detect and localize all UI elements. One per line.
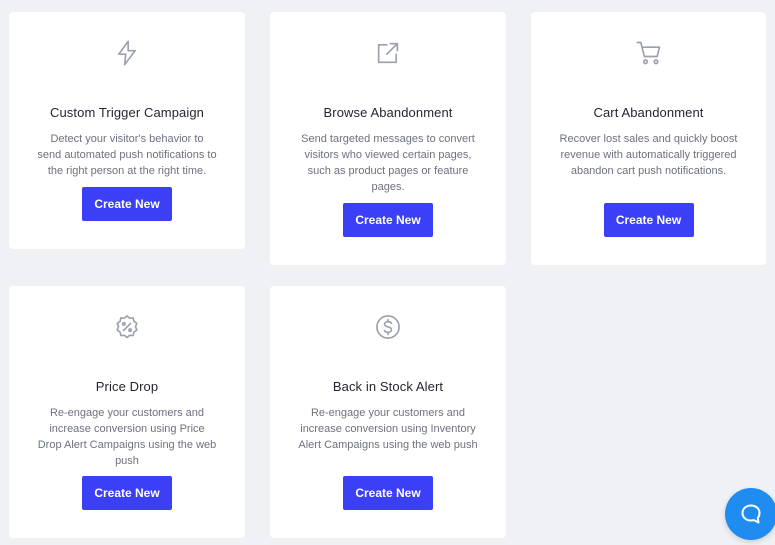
discount-badge-icon	[112, 312, 142, 342]
card-description: Re-engage your customers and increase co…	[37, 407, 217, 467]
campaign-card-price-drop: Price Drop Re-engage your customers and …	[9, 286, 245, 538]
card-title: Custom Trigger Campaign	[49, 105, 205, 120]
card-title: Back in Stock Alert	[332, 379, 444, 394]
campaign-card-custom-trigger: Custom Trigger Campaign Detect your visi…	[9, 12, 245, 249]
chat-bubble-icon	[739, 502, 763, 526]
create-new-button[interactable]: Create New	[343, 203, 433, 237]
cart-icon	[634, 38, 664, 68]
card-description: Send targeted messages to convert visito…	[301, 133, 475, 193]
create-new-button[interactable]: Create New	[82, 476, 172, 510]
campaign-card-cart-abandonment: Cart Abandonment Recover lost sales and …	[531, 12, 766, 265]
card-description: Detect your visitor's behavior to send a…	[37, 133, 217, 177]
lightning-icon	[112, 38, 142, 68]
dollar-circle-icon	[373, 312, 403, 342]
card-title: Cart Abandonment	[593, 105, 704, 120]
create-new-button[interactable]: Create New	[343, 476, 433, 510]
campaign-card-browse-abandonment: Browse Abandonment Send targeted message…	[270, 12, 506, 265]
card-description: Re-engage your customers and increase co…	[298, 407, 478, 451]
chat-support-button[interactable]	[725, 488, 775, 540]
external-link-icon	[373, 38, 403, 68]
create-new-button[interactable]: Create New	[82, 187, 172, 221]
card-description: Recover lost sales and quickly boost rev…	[559, 133, 738, 177]
card-title: Browse Abandonment	[323, 105, 453, 120]
campaign-card-back-in-stock: Back in Stock Alert Re-engage your custo…	[270, 286, 506, 538]
create-new-button[interactable]: Create New	[603, 203, 694, 237]
card-title: Price Drop	[95, 379, 159, 394]
